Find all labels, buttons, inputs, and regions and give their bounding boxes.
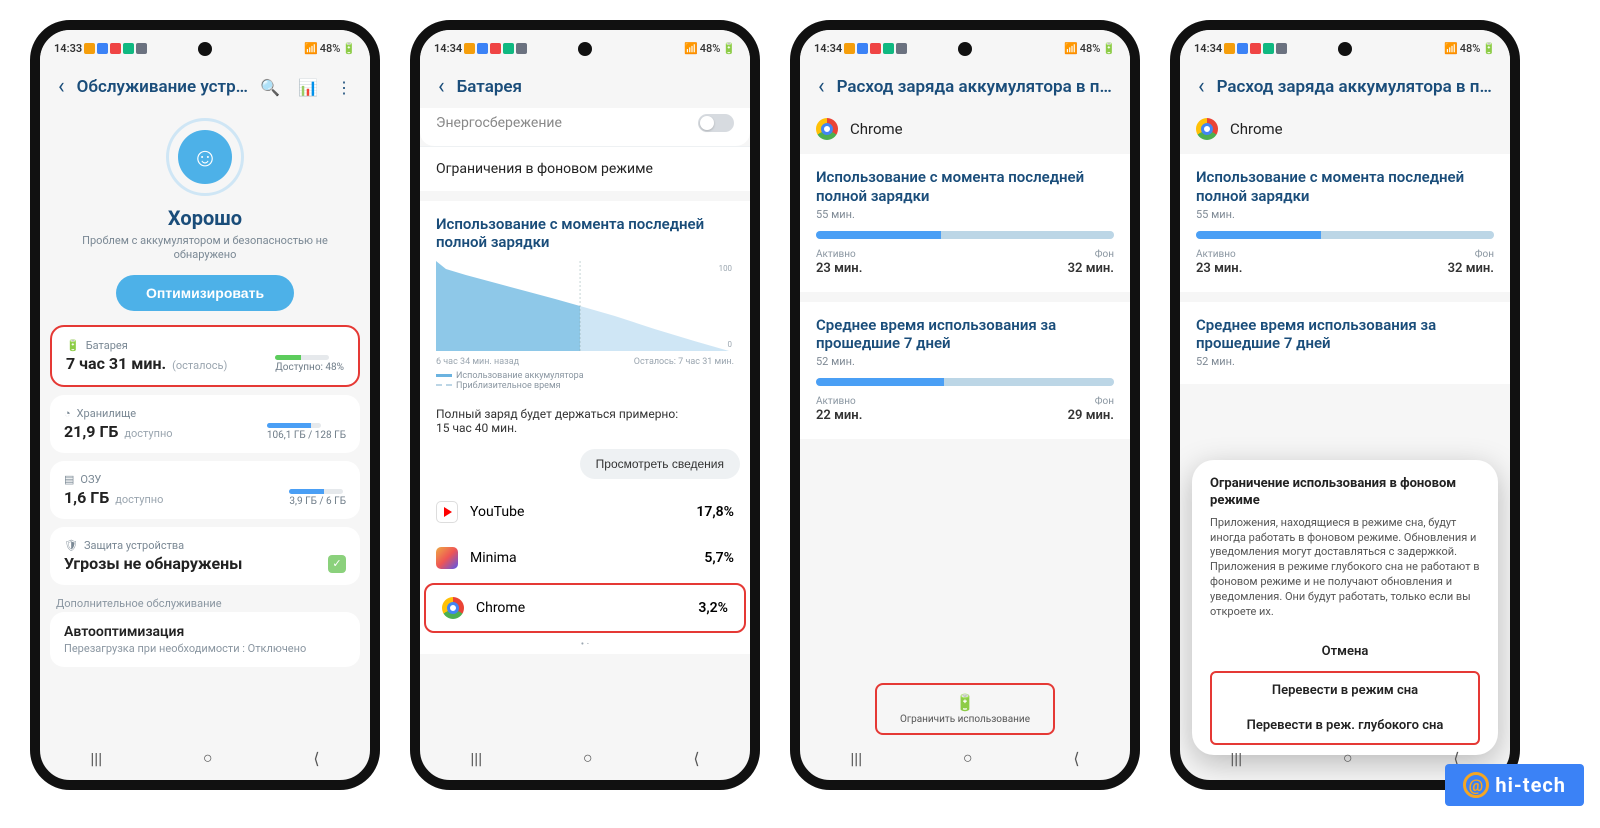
tray-icon [110, 43, 121, 54]
phone-4: 14:34 📶48%🔋 ‹ Расход заряда аккумулятора… [1170, 20, 1520, 790]
usage-block: Использование с момента последней полной… [420, 201, 750, 654]
signal-icon: 📶 [684, 42, 698, 55]
nav-recents-icon[interactable]: ||| [850, 749, 862, 768]
chart-legend: Использование аккумулятора Приблизительн… [420, 371, 750, 399]
battery-icon: 🔋 [722, 42, 736, 55]
back-icon[interactable]: ‹ [438, 76, 445, 98]
storage-card[interactable]: ◔Хранилище 21,9 ГБдоступно 106,1 ГБ / 12… [50, 395, 360, 453]
nav-home-icon[interactable]: ○ [963, 748, 973, 768]
page-title: Обслуживание устро… [77, 77, 249, 97]
nav-recents-icon[interactable]: ||| [1230, 749, 1242, 768]
header: ‹ Обслуживание устро… 🔍 📊 ⋮ [40, 60, 370, 108]
svg-text:100: 100 [719, 264, 733, 273]
chart-icon[interactable]: 📊 [298, 78, 318, 97]
battery-restrict-icon: 🔋 [877, 693, 1053, 712]
restrict-dialog: Ограничение использования в фоновом режи… [1192, 460, 1498, 755]
bg-limits-item[interactable]: Ограничения в фоновом режиме [420, 147, 750, 191]
chrome-icon [816, 118, 838, 140]
back-icon[interactable]: ‹ [1198, 76, 1205, 98]
watermark: @ hi-tech [1445, 764, 1584, 806]
phone-1: 14:33 📶 48% 🔋 ‹ Обслуживание устро… 🔍 📊 … [30, 20, 380, 790]
toggle-off-icon[interactable] [698, 114, 734, 132]
nav-recents-icon[interactable]: ||| [90, 749, 102, 768]
status-time: 14:34 [434, 42, 462, 55]
nav-back-icon[interactable]: ⟨ [313, 749, 319, 768]
chrome-icon [442, 597, 464, 619]
shield-ok-icon: ✓ [328, 555, 346, 573]
view-details-button[interactable]: Просмотреть сведения [580, 449, 740, 479]
nav-home-icon[interactable]: ○ [1343, 748, 1353, 768]
hero-title: Хорошо [70, 206, 340, 230]
youtube-icon [436, 501, 458, 523]
avg-7d-section: Среднее время использования за прошедшие… [800, 302, 1130, 440]
hero-sub: Проблем с аккумулятором и безопасностью … [70, 234, 340, 263]
app-row-chrome[interactable]: Chrome 3,2% [424, 583, 746, 633]
phone-3: 14:34 📶48%🔋 ‹ Расход заряда аккумулятора… [790, 20, 1140, 790]
tray-icon [84, 43, 95, 54]
ram-card[interactable]: ▤ОЗУ 1,6 ГБдоступно 3,9 ГБ / 6 ГБ [50, 461, 360, 519]
battery-small-icon: 🔋 [66, 339, 80, 352]
nav-recents-icon[interactable]: ||| [470, 749, 482, 768]
app-header: Chrome [800, 108, 1130, 154]
restrict-usage-button[interactable]: 🔋 Ограничить использование [875, 683, 1055, 735]
minima-icon [436, 547, 458, 569]
header: ‹ Батарея [420, 60, 750, 108]
usage-title: Использование с момента последней полной… [420, 201, 750, 255]
shield-icon: 🛡 [64, 539, 78, 552]
page-title: Батарея [457, 77, 732, 97]
deep-sleep-button[interactable]: Перевести в реж. глубокого сна [1212, 708, 1478, 743]
more-icon[interactable]: ⋮ [336, 78, 352, 97]
protection-card[interactable]: 🛡Защита устройства Угрозы не обнаружены … [50, 527, 360, 585]
chrome-icon [1196, 118, 1218, 140]
since-charge-section: Использование с момента последней полной… [800, 154, 1130, 292]
optimize-button[interactable]: Оптимизировать [116, 275, 294, 311]
app-row-youtube[interactable]: YouTube 17,8% [420, 489, 750, 535]
battery-card[interactable]: 🔋Батарея 7 час 31 мин.(осталось) Доступн… [50, 325, 360, 387]
svg-text:0: 0 [728, 340, 733, 349]
dialog-title: Ограничение использования в фоновом режи… [1210, 476, 1480, 510]
device-care-hero: ☺ Хорошо Проблем с аккумулятором и безоп… [50, 108, 360, 325]
app-row-minima[interactable]: Minima 5,7% [420, 535, 750, 581]
tray-icon [136, 43, 147, 54]
page-title: Расход заряда аккумулятора в пр… [1217, 77, 1492, 97]
battery-pct: 48% [320, 42, 341, 55]
ram-icon: ▤ [64, 473, 74, 486]
nav-home-icon[interactable]: ○ [583, 748, 593, 768]
at-icon: @ [1463, 772, 1489, 798]
tray-icon [123, 43, 134, 54]
camera-notch [578, 42, 592, 56]
battery-chart: 100 0 [420, 255, 750, 355]
page-title: Расход заряда аккумулятора в пр… [837, 77, 1112, 97]
camera-notch [958, 42, 972, 56]
auto-optim-card[interactable]: Автооптимизация Перезагрузка при необход… [50, 612, 360, 667]
signal-icon: 📶 [304, 42, 318, 55]
battery-icon: 🔋 [342, 42, 356, 55]
status-time: 14:33 [54, 42, 82, 55]
storage-icon: ◔ [64, 407, 71, 420]
dialog-body: Приложения, находящиеся в режиме сна, бу… [1210, 516, 1480, 620]
sleep-button[interactable]: Перевести в режим сна [1212, 673, 1478, 708]
back-icon[interactable]: ‹ [818, 76, 825, 98]
phone-2: 14:34 📶48%🔋 ‹ Батарея Энергосбережение О… [410, 20, 760, 790]
nav-back-icon[interactable]: ⟨ [693, 749, 699, 768]
nav-home-icon[interactable]: ○ [203, 748, 213, 768]
cancel-button[interactable]: Отмена [1210, 634, 1480, 669]
camera-notch [1338, 42, 1352, 56]
smiley-icon: ☺ [178, 130, 232, 184]
back-icon[interactable]: ‹ [58, 76, 65, 98]
search-icon[interactable]: 🔍 [260, 78, 280, 97]
power-save-item[interactable]: Энергосбережение [420, 108, 750, 146]
extra-section-label: Дополнительное обслуживание [50, 593, 360, 612]
camera-notch [198, 42, 212, 56]
nav-bar: ||| ○ ⟨ [40, 742, 370, 774]
tray-icon [97, 43, 108, 54]
nav-back-icon[interactable]: ⟨ [1073, 749, 1079, 768]
pager-dots: • · [420, 635, 750, 654]
